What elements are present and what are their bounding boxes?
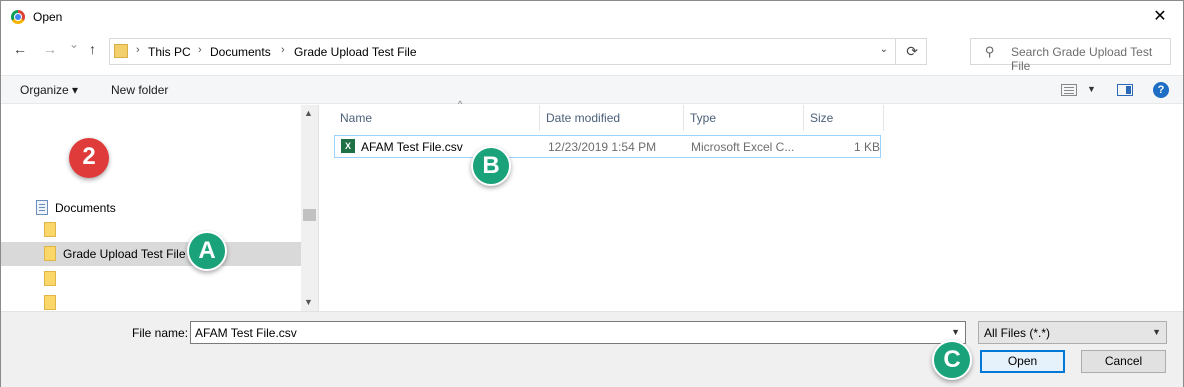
file-name-dropdown-icon[interactable]: ▼	[951, 327, 960, 337]
file-size: 1 KB	[854, 140, 881, 154]
address-bar[interactable]: › This PC › Documents › Grade Upload Tes…	[109, 38, 927, 65]
column-header-date-modified[interactable]: Date modified	[540, 105, 684, 131]
column-header-type[interactable]: Type	[684, 105, 804, 131]
callout-badge-c: C	[932, 340, 972, 380]
scroll-up-icon[interactable]: ▲	[304, 108, 313, 118]
documents-icon	[36, 200, 48, 215]
search-input[interactable]: Search Grade Upload Test File	[1011, 45, 1170, 73]
folder-icon	[44, 246, 56, 261]
search-box[interactable]: ⚲ Search Grade Upload Test File	[970, 38, 1171, 73]
column-header-label: Date modified	[546, 111, 621, 125]
chevron-down-icon: ▼	[1152, 327, 1161, 337]
title-bar: Open ✕	[1, 1, 1183, 32]
breadcrumb-separator: ›	[136, 44, 140, 56]
new-folder-button[interactable]: New folder	[111, 83, 168, 97]
view-dropdown-icon[interactable]: ▼	[1087, 84, 1096, 94]
callout-badge-a: A	[187, 231, 227, 271]
file-row[interactable]: X AFAM Test File.csv 12/23/2019 1:54 PM …	[334, 135, 881, 158]
close-button[interactable]: ✕	[1137, 1, 1183, 32]
breadcrumb-grade-upload-test-file[interactable]: Grade Upload Test File	[294, 45, 417, 59]
file-type-filter[interactable]: All Files (*.*) ▼	[978, 321, 1167, 344]
scrollbar-thumb[interactable]	[303, 209, 316, 221]
folder-icon	[114, 44, 128, 58]
recent-locations-button[interactable]: ⌄	[69, 37, 79, 51]
column-header-label: Name	[340, 111, 373, 125]
scroll-down-icon[interactable]: ▼	[304, 297, 313, 307]
file-type: Microsoft Excel C...	[691, 140, 795, 154]
column-header-label: Size	[810, 111, 834, 125]
help-icon[interactable]: ?	[1153, 82, 1169, 98]
organize-button[interactable]: Organize ▾	[20, 83, 78, 97]
step-number-badge: 2	[69, 138, 109, 178]
up-button[interactable]: ↑	[89, 41, 96, 57]
folder-icon	[44, 271, 56, 286]
breadcrumb-this-pc[interactable]: This PC	[148, 45, 191, 59]
breadcrumb-documents[interactable]: Documents	[210, 45, 271, 59]
divider	[895, 39, 896, 64]
search-icon: ⚲	[985, 44, 995, 59]
open-button[interactable]: Open	[980, 350, 1065, 373]
excel-file-icon: X	[341, 139, 355, 153]
forward-button[interactable]: →	[43, 41, 57, 57]
preview-pane-icon[interactable]	[1117, 84, 1133, 96]
back-button[interactable]: ←	[13, 41, 27, 57]
file-name-label: File name:	[132, 326, 189, 340]
window-title: Open	[33, 10, 63, 24]
callout-badge-b: B	[471, 146, 511, 186]
nav-item-label: Grade Upload Test File	[63, 247, 186, 261]
change-view-icon[interactable]	[1061, 84, 1077, 96]
cancel-button[interactable]: Cancel	[1081, 350, 1166, 373]
address-dropdown-icon[interactable]: ⌄	[880, 44, 888, 55]
nav-item-label: Documents	[55, 201, 116, 215]
file-name: AFAM Test File.csv	[361, 140, 463, 154]
folder-icon	[44, 222, 56, 237]
folder-icon	[44, 295, 56, 310]
command-bar: Organize ▾ New folder ▼ ?	[1, 75, 1183, 104]
column-header-label: Type	[690, 111, 717, 125]
column-header-size[interactable]: Size	[804, 105, 884, 131]
breadcrumb-separator: ›	[281, 44, 285, 56]
open-file-dialog: Open ✕ ← → ⌄ ↑ › This PC › Documents › G…	[0, 0, 1184, 387]
file-name-value: AFAM Test File.csv	[195, 326, 297, 340]
refresh-icon[interactable]: ⟳	[906, 43, 918, 60]
file-date-modified: 12/23/2019 1:54 PM	[548, 140, 657, 154]
file-type-filter-label: All Files (*.*)	[984, 326, 1051, 340]
column-header-name[interactable]: Name	[334, 105, 540, 131]
file-name-field[interactable]: AFAM Test File.csv ▼	[190, 321, 966, 344]
navigation-scrollbar[interactable]: ▲ ▼	[301, 105, 318, 311]
bottom-bar: File name: AFAM Test File.csv ▼ All File…	[1, 311, 1183, 387]
chrome-icon	[11, 10, 25, 24]
pane-divider[interactable]	[318, 105, 319, 311]
breadcrumb-separator: ›	[198, 44, 202, 56]
